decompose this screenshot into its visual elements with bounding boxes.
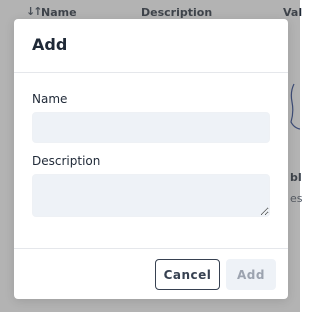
description-label: Description <box>32 154 101 168</box>
cancel-button[interactable]: Cancel <box>155 259 220 290</box>
dialog-footer: Cancel Add <box>14 248 288 299</box>
description-textarea[interactable] <box>32 174 270 217</box>
dialog-title: Add <box>32 35 68 54</box>
name-input[interactable] <box>32 112 270 143</box>
name-label: Name <box>32 92 68 106</box>
add-button[interactable]: Add <box>226 259 276 290</box>
add-dialog: Add Name Description Cancel Add <box>14 19 288 299</box>
dialog-header: Add <box>14 19 288 73</box>
